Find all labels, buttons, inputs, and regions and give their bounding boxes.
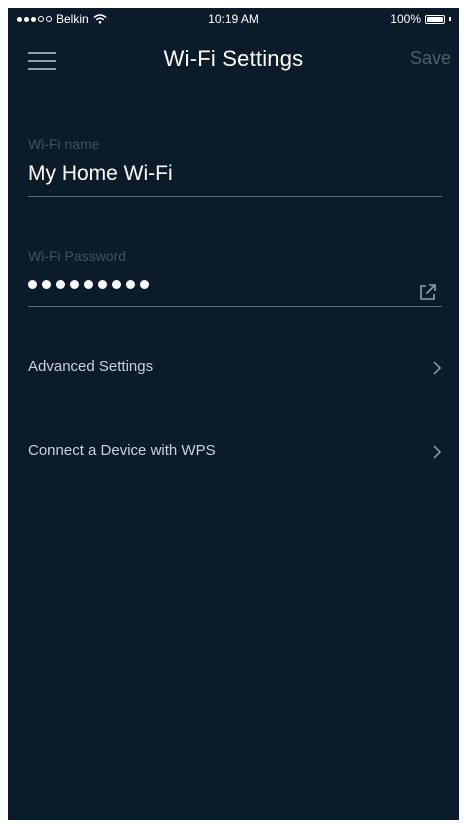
password-mask-dot (140, 280, 149, 289)
save-button[interactable]: Save (410, 48, 451, 69)
advanced-settings-label: Advanced Settings (28, 358, 154, 375)
password-mask-dot (42, 280, 51, 289)
password-mask-dot (84, 280, 93, 289)
wifi-name-underline (28, 196, 442, 197)
advanced-settings-row[interactable]: Advanced Settings (28, 354, 442, 384)
wifi-name-label: Wi-Fi name (28, 136, 100, 152)
password-mask-dot (56, 280, 65, 289)
chevron-right-icon (433, 445, 442, 459)
app-screen: Belkin 10:19 AM 100% Wi-Fi Settings Save (8, 8, 459, 820)
password-mask-dot (70, 280, 79, 289)
wifi-password-masked-value[interactable] (28, 280, 442, 289)
wifi-password-label: Wi-Fi Password (28, 248, 127, 264)
wifi-name-value[interactable]: My Home Wi-Fi (28, 162, 442, 186)
password-mask-dot (126, 280, 135, 289)
connect-wps-label: Connect a Device with WPS (28, 442, 216, 459)
battery-tip (449, 17, 451, 21)
status-bar: Belkin 10:19 AM 100% (8, 8, 459, 30)
share-external-icon[interactable] (418, 282, 438, 302)
chevron-right-icon (433, 361, 442, 375)
battery-icon (425, 14, 445, 24)
connect-wps-row[interactable]: Connect a Device with WPS (28, 438, 442, 468)
password-mask-dot (112, 280, 121, 289)
password-mask-dot (98, 280, 107, 289)
wifi-password-underline (28, 306, 442, 307)
status-right: 100% (390, 12, 451, 26)
password-mask-dot (28, 280, 37, 289)
wifi-name-field[interactable]: Wi-Fi name My Home Wi-Fi (28, 136, 442, 198)
header: Wi-Fi Settings Save (8, 40, 459, 80)
page-title: Wi-Fi Settings (163, 46, 304, 71)
wifi-password-field[interactable]: Wi-Fi Password (28, 248, 442, 308)
battery-percent: 100% (390, 12, 421, 26)
